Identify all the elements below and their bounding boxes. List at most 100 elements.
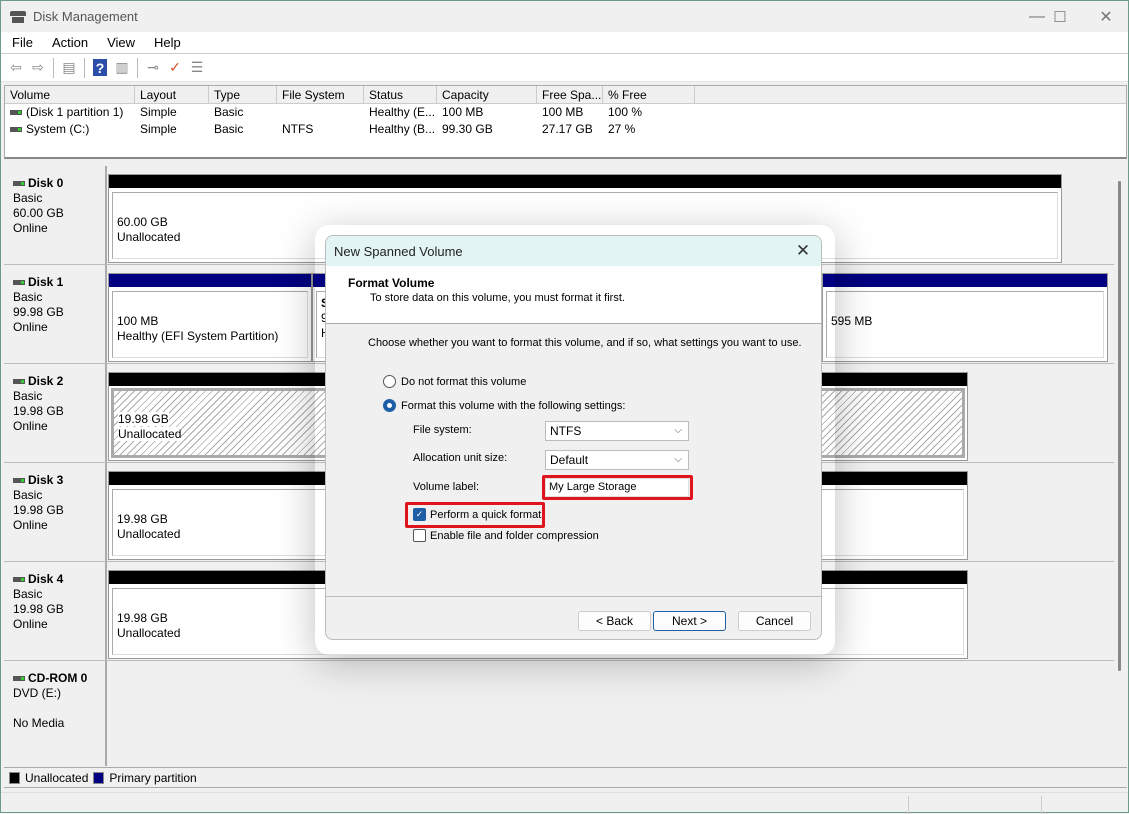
cdrom-type: DVD (E:)	[13, 686, 61, 700]
partition-size: 19.98 GB	[118, 412, 169, 426]
disk-label[interactable]: Disk 3 Basic 19.98 GB Online	[4, 463, 107, 561]
radio-format[interactable]: Format this volume with the following se…	[383, 399, 625, 412]
file-system-select[interactable]: NTFS ⌵	[545, 421, 689, 441]
new-spanned-volume-dialog: New Spanned Volume ✕ Format Volume To st…	[325, 235, 822, 640]
disk-label[interactable]: Disk 4 Basic 19.98 GB Online	[4, 562, 107, 660]
table-row[interactable]: System (C:) Simple Basic NTFS Healthy (B…	[5, 121, 1126, 138]
disk-type: Basic	[13, 587, 43, 601]
dialog-close-icon[interactable]: ✕	[793, 241, 813, 261]
pct-cell: 27 %	[608, 122, 636, 136]
connect-icon[interactable]: ⊸	[142, 57, 164, 79]
cdrom-label[interactable]: CD-ROM 0 DVD (E:) No Media	[4, 661, 107, 766]
free-cell: 100 MB	[542, 105, 584, 119]
dialog-intro: Choose whether you want to format this v…	[368, 337, 802, 349]
highlight-box	[405, 502, 545, 528]
cdrom-media: No Media	[13, 716, 65, 730]
properties-icon[interactable]: ✓	[164, 57, 186, 79]
cdrom-name: CD-ROM 0	[28, 671, 88, 685]
list-icon[interactable]: ☰	[186, 57, 208, 79]
disk-label[interactable]: Disk 0 Basic 60.00 GB Online	[4, 166, 107, 264]
column-percent-free[interactable]: % Free	[603, 86, 695, 103]
cdrom-row: CD-ROM 0 DVD (E:) No Media	[4, 661, 1114, 766]
cancel-button[interactable]: Cancel	[738, 611, 811, 631]
action-pane-icon[interactable]: ▥	[111, 57, 133, 79]
disk-state: Online	[13, 518, 48, 532]
maximize-button[interactable]: ☐	[1037, 1, 1083, 32]
column-layout[interactable]: Layout	[135, 86, 209, 103]
partition-status: Healthy (EFI System Partition)	[117, 329, 279, 343]
menu-view[interactable]: View	[96, 35, 143, 50]
chevron-down-icon: ⌵	[674, 454, 682, 465]
allocation-unit-value: Default	[550, 453, 589, 467]
capacity-cell: 100 MB	[442, 105, 484, 119]
column-type[interactable]: Type	[209, 86, 277, 103]
pct-cell: 100 %	[608, 105, 643, 119]
close-button[interactable]: ✕	[1083, 1, 1129, 32]
column-volume[interactable]: Volume	[5, 86, 135, 103]
layout-cell: Simple	[140, 105, 177, 119]
disk-label[interactable]: Disk 2 Basic 19.98 GB Online	[4, 364, 107, 462]
dialog-heading: Format Volume	[348, 276, 435, 290]
partition-status: Unallocated	[117, 626, 181, 640]
drive-icon	[10, 127, 22, 133]
disk-management-app-icon	[10, 10, 26, 23]
partition-recovery[interactable]: 595 MB	[822, 273, 1108, 362]
partition-efi[interactable]: 100 MB Healthy (EFI System Partition)	[108, 273, 312, 362]
column-capacity[interactable]: Capacity	[437, 86, 537, 103]
status-bar	[1, 792, 1128, 814]
column-free-space[interactable]: Free Spa...	[537, 86, 603, 103]
menu-file[interactable]: File	[1, 35, 41, 50]
checkbox-icon[interactable]	[413, 529, 426, 542]
volume-list: Volume Layout Type File System Status Ca…	[4, 85, 1127, 159]
drive-icon	[10, 110, 22, 116]
menu-bar: File Action View Help	[1, 32, 1128, 54]
disk-type: Basic	[13, 389, 43, 403]
next-button[interactable]: Next >	[653, 611, 726, 631]
disk-name: Disk 2	[28, 374, 64, 388]
menu-action[interactable]: Action	[41, 35, 96, 50]
partition-bar	[109, 274, 311, 287]
compression-checkbox[interactable]: Enable file and folder compression	[413, 529, 599, 542]
table-row[interactable]: (Disk 1 partition 1) Simple Basic Health…	[5, 104, 1126, 121]
drive-icon	[13, 577, 25, 583]
cdrom-icon	[13, 676, 25, 682]
disk-type: Basic	[13, 488, 43, 502]
dialog-title: New Spanned Volume	[334, 243, 463, 259]
dialog-subheading: To store data on this volume, you must f…	[370, 292, 625, 304]
radio-button[interactable]	[383, 375, 396, 388]
window-title: Disk Management	[33, 9, 138, 24]
column-file-system[interactable]: File System	[277, 86, 364, 103]
radio-no-format[interactable]: Do not format this volume	[383, 375, 526, 388]
console-tree-icon[interactable]: ▤	[58, 57, 80, 79]
disk-name: Disk 4	[28, 572, 64, 586]
disk-label[interactable]: Disk 1 Basic 99.98 GB Online	[4, 265, 107, 363]
file-system-value: NTFS	[550, 424, 582, 438]
allocation-unit-select[interactable]: Default ⌵	[545, 450, 689, 470]
disk-state: Online	[13, 320, 48, 334]
disk-type: Basic	[13, 191, 43, 205]
toolbar-separator	[53, 57, 54, 78]
partition-size: 595 MB	[831, 314, 873, 328]
toolbar-separator	[137, 57, 138, 78]
vertical-scrollbar[interactable]	[1115, 166, 1127, 766]
legend-unallocated: Unallocated	[25, 770, 89, 785]
partition-status: Unallocated	[117, 230, 181, 244]
legend: Unallocated Primary partition	[4, 767, 1127, 788]
back-button[interactable]: < Back	[578, 611, 651, 631]
partition-bar	[109, 175, 1061, 188]
dialog-header: Format Volume To store data on this volu…	[326, 266, 821, 324]
menu-help[interactable]: Help	[143, 35, 189, 50]
fs-cell: NTFS	[282, 122, 314, 136]
volume-list-header: Volume Layout Type File System Status Ca…	[5, 86, 1126, 104]
forward-icon[interactable]: ⇨	[27, 57, 49, 79]
help-icon[interactable]: ?	[93, 59, 107, 76]
disk-state: Online	[13, 617, 48, 631]
scrollbar-thumb[interactable]	[1118, 181, 1121, 671]
disk-size: 99.98 GB	[13, 305, 64, 319]
radio-label: Do not format this volume	[401, 375, 527, 388]
back-icon[interactable]: ⇦	[5, 57, 27, 79]
partition-bar	[823, 274, 1107, 287]
column-status[interactable]: Status	[364, 86, 437, 103]
radio-button-selected[interactable]	[383, 399, 396, 412]
type-cell: Basic	[214, 122, 244, 136]
